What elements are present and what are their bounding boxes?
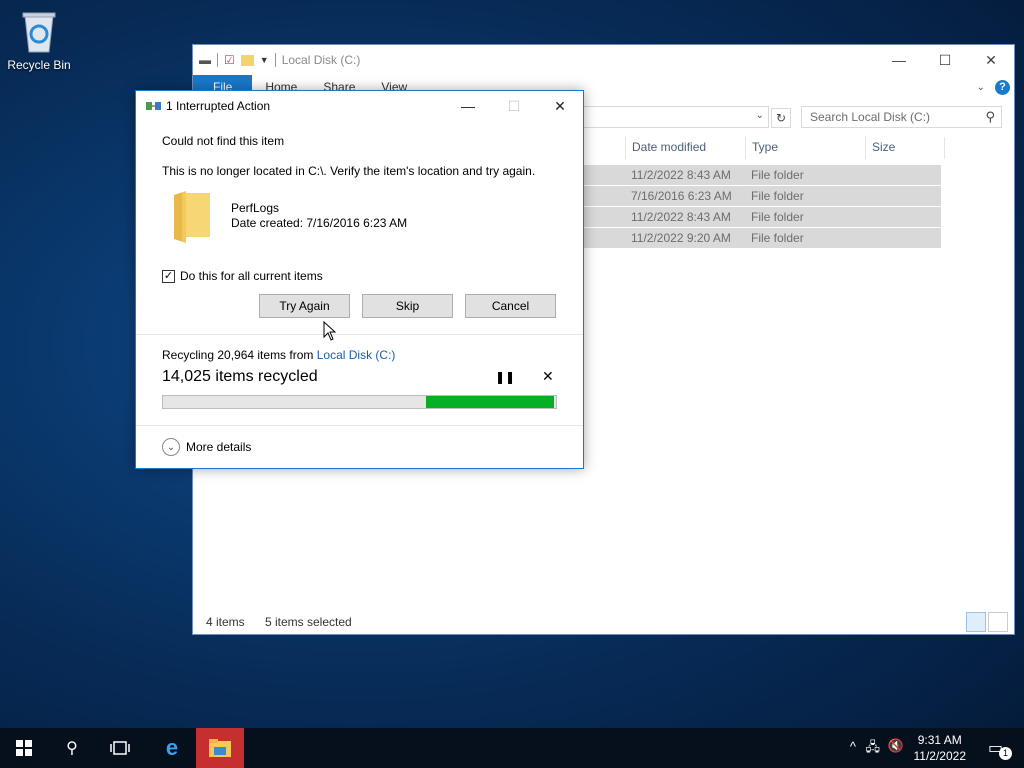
clock-date: 11/2/2022 bbox=[913, 749, 967, 763]
progress-source-link[interactable]: Local Disk (C:) bbox=[317, 348, 396, 362]
view-switcher bbox=[966, 612, 1008, 632]
toolbar-separator bbox=[274, 53, 276, 67]
interrupted-action-dialog: 1 Interrupted Action — ☐ ✕ Could not fin… bbox=[135, 90, 584, 469]
file-explorer-icon bbox=[209, 739, 231, 757]
table-row[interactable]: 11/2/2022 8:43 AM File folder bbox=[577, 207, 941, 227]
chevron-down-icon[interactable]: ▼ bbox=[260, 55, 269, 65]
dialog-window-controls: — ☐ ✕ bbox=[445, 91, 583, 121]
explorer-titlebar: ▬ ☑ ▼ Local Disk (C:) — ☐ ✕ bbox=[193, 45, 1014, 75]
chevron-up-icon[interactable]: ^ bbox=[850, 739, 856, 754]
skip-button[interactable]: Skip bbox=[362, 294, 453, 318]
taskbar: ⚲ e ^ 🖧 🔇 9:31 AM 11/2/2022 ▭ 1 bbox=[0, 728, 1024, 768]
dialog-message: This is no longer located in C:\. Verify… bbox=[162, 164, 536, 178]
row-date: 7/16/2016 6:23 AM bbox=[631, 189, 732, 203]
divider bbox=[136, 334, 583, 335]
close-button[interactable]: ✕ bbox=[968, 45, 1014, 75]
table-row[interactable]: 11/2/2022 8:43 AM File folder bbox=[577, 165, 941, 185]
search-placeholder: Search Local Disk (C:) bbox=[810, 110, 931, 124]
status-bar: 4 items 5 items selected bbox=[193, 610, 1014, 634]
chevron-down-icon[interactable]: ⌄ bbox=[756, 110, 764, 121]
file-operation-icon bbox=[146, 102, 161, 110]
more-details-toggle[interactable]: ⌄ More details bbox=[162, 438, 251, 456]
apply-all-checkbox[interactable]: ✓ Do this for all current items bbox=[162, 269, 323, 283]
search-icon: ⚲ bbox=[66, 740, 78, 757]
column-type[interactable]: Type bbox=[745, 137, 875, 159]
folder-icon bbox=[174, 191, 210, 243]
search-icon: ⚲ bbox=[985, 109, 995, 124]
maximize-button: ☐ bbox=[507, 97, 521, 114]
windows-logo-icon bbox=[16, 740, 32, 756]
mouse-pointer-icon bbox=[323, 321, 337, 341]
checkbox-label: Do this for all current items bbox=[180, 269, 323, 283]
recycle-bin-icon bbox=[22, 12, 56, 53]
ribbon-right: ⌄ ? bbox=[977, 79, 1010, 95]
explorer-app-icon[interactable]: ▬ bbox=[199, 53, 211, 67]
row-date: 11/2/2022 9:20 AM bbox=[631, 231, 731, 245]
row-type: File folder bbox=[751, 168, 804, 182]
minimize-button[interactable]: — bbox=[876, 45, 922, 75]
progress-count: 14,025 items recycled bbox=[162, 368, 318, 385]
progress-heading: Recycling 20,964 items from Local Disk (… bbox=[162, 348, 395, 362]
more-details-label: More details bbox=[186, 440, 252, 454]
close-button[interactable]: ✕ bbox=[537, 91, 583, 121]
checkbox-checked-icon[interactable]: ✓ bbox=[162, 269, 175, 283]
status-selected-count: 5 items selected bbox=[265, 615, 352, 629]
help-icon[interactable]: ? bbox=[995, 79, 1010, 95]
stop-button[interactable]: ✕ bbox=[542, 368, 554, 385]
row-type: File folder bbox=[751, 231, 804, 245]
pause-button[interactable]: ❚❚ bbox=[495, 370, 515, 384]
status-item-count: 4 items bbox=[206, 615, 245, 629]
row-date: 11/2/2022 8:43 AM bbox=[631, 168, 731, 182]
notification-count: 1 bbox=[999, 747, 1012, 760]
row-date: 11/2/2022 8:43 AM bbox=[631, 210, 731, 224]
clock[interactable]: 9:31 AM 11/2/2022 bbox=[914, 732, 967, 764]
volume-muted-icon[interactable]: 🔇 bbox=[888, 738, 904, 754]
item-name: PerfLogs bbox=[231, 201, 280, 215]
details-view-icon[interactable] bbox=[966, 612, 986, 632]
divider bbox=[136, 425, 583, 426]
notifications-button[interactable]: ▭ 1 bbox=[988, 738, 1012, 760]
toolbar-separator bbox=[217, 53, 218, 67]
progress-fill bbox=[426, 396, 554, 408]
properties-icon[interactable]: ☑ bbox=[224, 53, 235, 67]
dialog-titlebar: 1 Interrupted Action — ☐ ✕ bbox=[136, 91, 583, 121]
cancel-button[interactable]: Cancel bbox=[465, 294, 556, 318]
table-row[interactable]: 11/2/2022 9:20 AM File folder bbox=[577, 228, 941, 248]
table-row[interactable]: 7/16/2016 6:23 AM File folder bbox=[577, 186, 941, 206]
progress-prefix: Recycling 20,964 items from bbox=[162, 348, 317, 362]
search-input[interactable]: Search Local Disk (C:) ⚲ bbox=[801, 106, 1002, 128]
start-button[interactable] bbox=[0, 728, 48, 768]
recycle-bin-shortcut[interactable]: Recycle Bin bbox=[4, 8, 74, 72]
task-view-icon bbox=[110, 741, 130, 755]
large-icons-view-icon[interactable] bbox=[988, 612, 1008, 632]
expand-ribbon-icon[interactable]: ⌄ bbox=[977, 82, 985, 93]
column-date-modified[interactable]: Date modified bbox=[625, 137, 745, 159]
address-bar[interactable]: ⌄ bbox=[573, 106, 769, 128]
clock-time: 9:31 AM bbox=[917, 733, 962, 747]
maximize-button[interactable]: ☐ bbox=[922, 45, 968, 75]
chevron-down-icon: ⌄ bbox=[162, 438, 180, 456]
file-explorer-button[interactable] bbox=[196, 728, 244, 768]
explorer-window-controls: — ☐ ✕ bbox=[876, 45, 1014, 75]
column-size[interactable]: Size bbox=[865, 137, 945, 159]
dialog-heading: Could not find this item bbox=[162, 134, 285, 148]
row-type: File folder bbox=[751, 210, 804, 224]
internet-explorer-icon: e bbox=[165, 735, 179, 760]
minimize-button[interactable]: — bbox=[445, 91, 491, 121]
task-view-button[interactable] bbox=[96, 728, 144, 768]
explorer-title: Local Disk (C:) bbox=[281, 53, 361, 67]
refresh-button[interactable]: ↻ bbox=[771, 108, 791, 128]
network-icon[interactable]: 🖧 bbox=[866, 738, 881, 760]
try-again-button[interactable]: Try Again bbox=[259, 294, 350, 318]
item-date: Date created: 7/16/2016 6:23 AM bbox=[231, 216, 408, 230]
search-button[interactable]: ⚲ bbox=[48, 728, 96, 768]
dialog-title: 1 Interrupted Action bbox=[166, 99, 271, 113]
progress-bar bbox=[162, 395, 557, 409]
new-folder-icon[interactable] bbox=[240, 54, 254, 66]
row-type: File folder bbox=[751, 189, 804, 203]
quick-access-toolbar: ▬ ☑ ▼ bbox=[193, 53, 276, 67]
recycle-bin-label: Recycle Bin bbox=[7, 58, 71, 72]
internet-explorer-button[interactable]: e bbox=[148, 728, 196, 768]
